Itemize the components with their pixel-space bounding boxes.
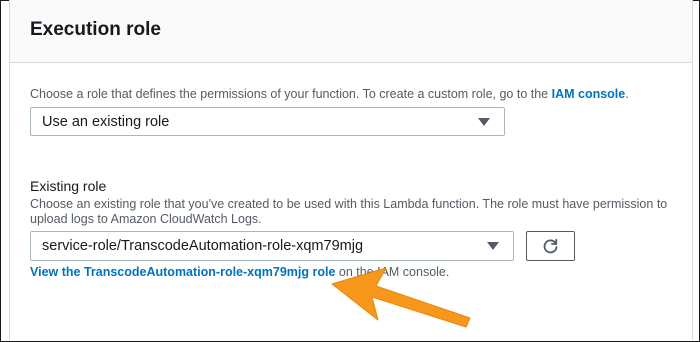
- chevron-down-icon: [487, 242, 499, 250]
- view-role-suffix: on the IAM console.: [338, 265, 450, 279]
- panel-header: Execution role: [10, 0, 692, 63]
- view-role-link[interactable]: View the TranscodeAutomation-role-xqm79m…: [30, 265, 335, 279]
- refresh-button[interactable]: [526, 231, 575, 261]
- role-choice-description-suffix: .: [625, 87, 629, 101]
- existing-role-description: Choose an existing role that you've crea…: [30, 197, 668, 226]
- panel-title: Execution role: [30, 19, 161, 40]
- role-choice-description: Choose a role that defines the permissio…: [30, 86, 680, 102]
- chevron-down-icon: [478, 117, 490, 126]
- role-choice-description-text: Choose a role that defines the permissio…: [30, 87, 549, 101]
- role-type-select-value: Use an existing role: [42, 113, 170, 130]
- refresh-icon: [543, 238, 558, 254]
- existing-role-select[interactable]: service-role/TranscodeAutomation-role-xq…: [30, 231, 514, 261]
- existing-role-select-value: service-role/TranscodeAutomation-role-xq…: [42, 238, 364, 254]
- iam-console-link[interactable]: IAM console: [552, 87, 626, 101]
- existing-role-label: Existing role: [30, 178, 107, 194]
- role-type-select[interactable]: Use an existing role: [30, 107, 505, 136]
- execution-role-panel: Execution role Choose a role that define…: [9, 0, 693, 340]
- view-role-line: View the TranscodeAutomation-role-xqm79m…: [30, 265, 449, 279]
